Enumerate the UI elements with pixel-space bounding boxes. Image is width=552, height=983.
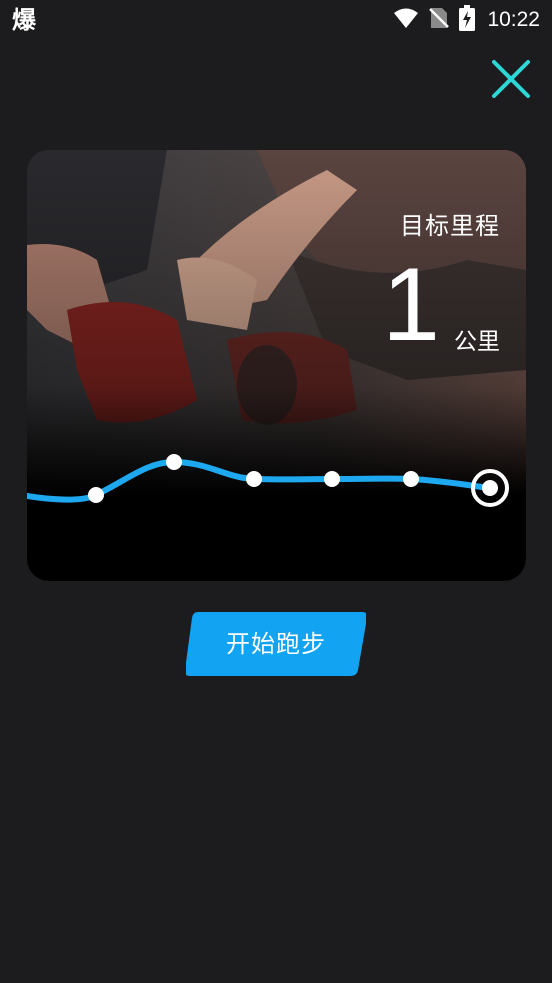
wifi-icon	[393, 7, 419, 33]
status-bar: 爆 10:22	[0, 0, 552, 40]
close-button[interactable]	[488, 56, 534, 102]
route-point	[324, 471, 340, 487]
route-point	[246, 471, 262, 487]
goal-card: 目标里程 1 公里	[27, 150, 526, 581]
route-point	[403, 471, 419, 487]
app-notification-glyph: 爆	[12, 6, 36, 34]
start-button-label: 开始跑步	[226, 630, 326, 658]
goal-title: 目标里程	[400, 212, 500, 240]
route-endpoint-dot	[482, 480, 498, 496]
start-running-button[interactable]: 开始跑步	[186, 612, 366, 676]
screen: 爆 10:22 目标里程 1 公里 开始跑步	[0, 0, 552, 983]
route-point	[166, 454, 182, 470]
close-icon	[492, 60, 530, 98]
status-icons: 10:22	[393, 4, 540, 36]
no-sim-icon	[429, 6, 450, 34]
goal-distance-value[interactable]: 1	[382, 250, 440, 360]
goal-distance-unit: 公里	[454, 329, 500, 355]
clock-time: 10:22	[487, 8, 540, 31]
battery-charging-icon	[459, 5, 476, 35]
route-point	[88, 487, 104, 503]
